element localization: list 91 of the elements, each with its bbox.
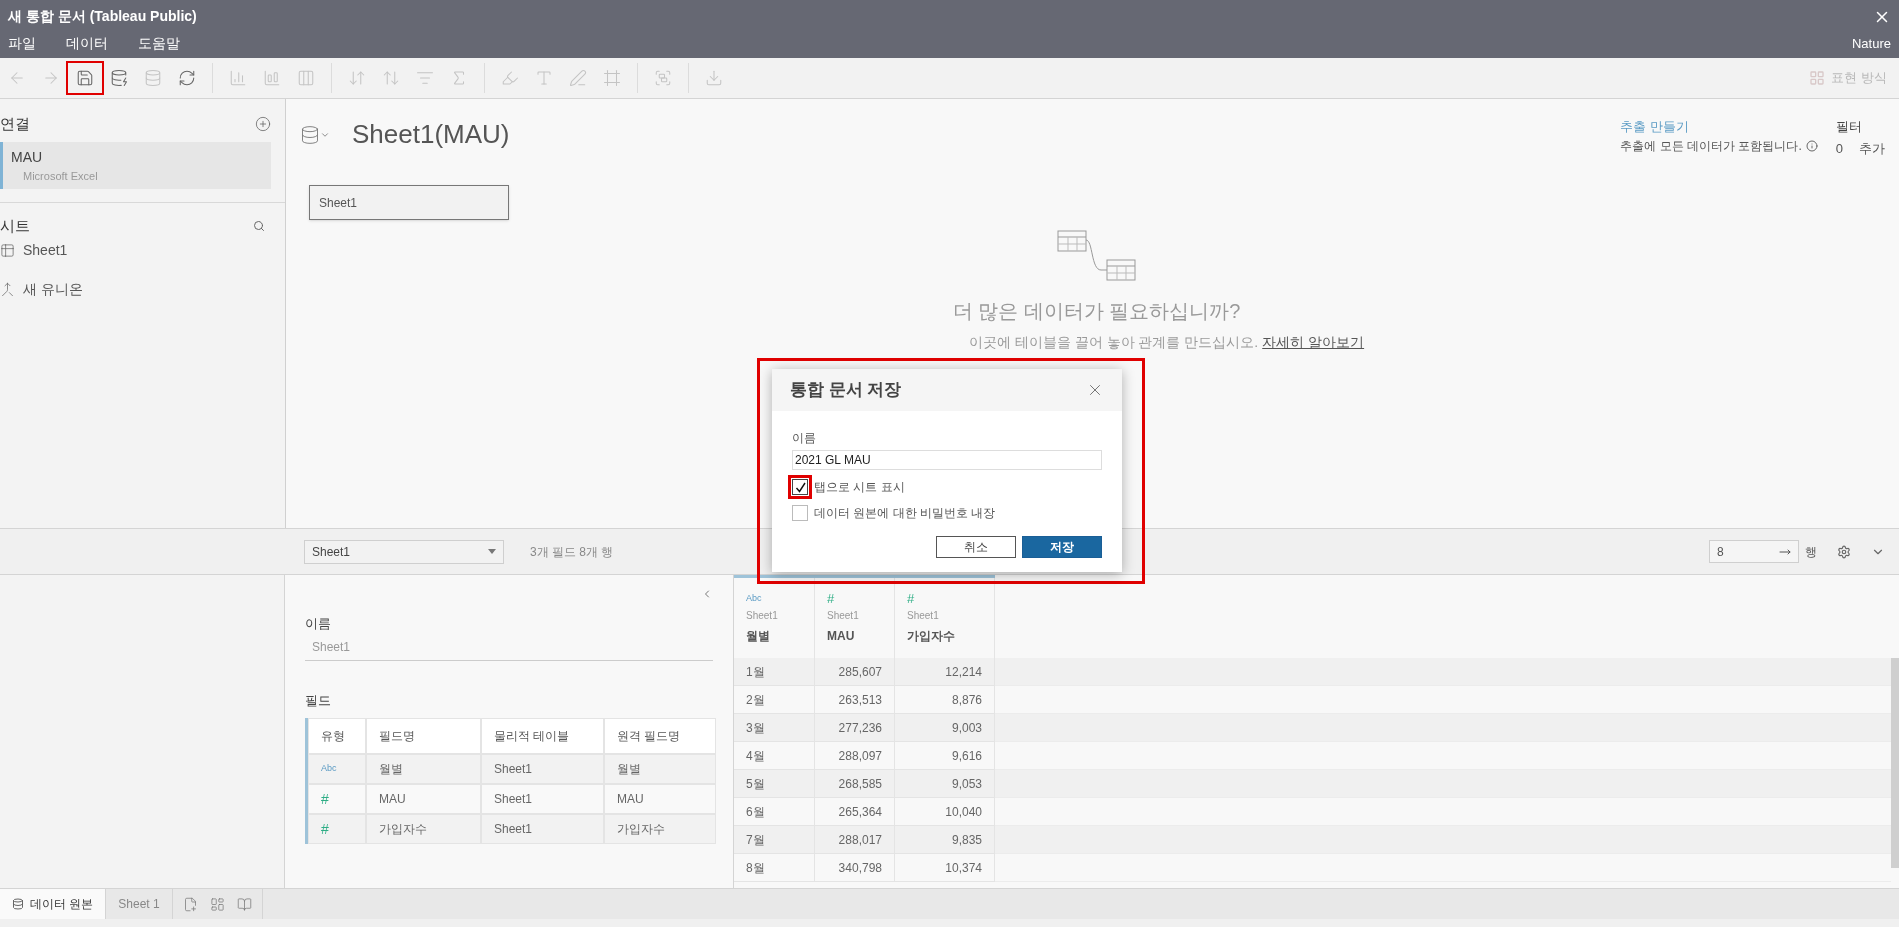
rows-label: 행	[1804, 543, 1817, 561]
checkbox-label: 데이터 원본에 대한 비밀번호 내장	[814, 505, 996, 522]
table-cell: 10,040	[895, 798, 995, 826]
grid-summary: 3개 필드 8개 행	[529, 543, 614, 561]
database-icon	[12, 898, 24, 910]
empty-state-hint: 이곳에 테이블을 끌어 놓아 관계를 만드십시오.	[968, 333, 1259, 352]
new-worksheet-icon[interactable]	[182, 896, 198, 912]
table-cell: 285,607	[815, 658, 895, 686]
type-icon: #	[321, 818, 329, 840]
connection-type: Microsoft Excel	[22, 168, 99, 184]
table-cell: 265,364	[815, 798, 895, 826]
table-cell: 7월	[734, 826, 815, 854]
save-icon[interactable]	[68, 63, 102, 93]
table-cell: 3월	[734, 714, 815, 742]
window-title: 새 통합 문서 (Tableau Public)	[8, 7, 197, 26]
sheet-tab[interactable]: 데이터 원본	[0, 889, 107, 919]
column-header: 필드명	[366, 718, 481, 754]
filter-count: 0	[1835, 139, 1843, 158]
table-cell: 8,876	[895, 686, 995, 714]
checkbox[interactable]	[792, 505, 808, 521]
sheet-item[interactable]: 새 유니온	[23, 278, 83, 300]
table-cell: 가입자수	[604, 814, 716, 844]
name-label: 이름	[305, 615, 332, 633]
table-cell: 월별	[604, 754, 716, 784]
check-icon	[794, 481, 806, 493]
checkbox-label: 탭으로 시트 표시	[814, 479, 905, 496]
name-input[interactable]: 2021 GL MAU	[792, 450, 1102, 470]
relationship-icon	[1056, 230, 1137, 282]
table-cell: MAU	[366, 784, 481, 814]
fields-label: 필드	[305, 691, 332, 710]
table-cell: 12,214	[895, 658, 995, 686]
save-button[interactable]: 저장	[1022, 536, 1102, 558]
table-cell: 월별	[366, 754, 481, 784]
new-story-icon[interactable]	[236, 896, 252, 912]
table-cell: Sheet1	[481, 814, 604, 844]
add-filter-link[interactable]: 추가	[1859, 138, 1885, 158]
table-cell: 268,585	[815, 770, 895, 798]
empty-state-title: 더 많은 데이터가 필요하십니까?	[952, 299, 1241, 324]
union-icon	[0, 281, 15, 297]
dialog-title: 통합 문서 저장	[790, 379, 902, 402]
extract-note: 추출에 모든 데이터가 포함됩니다.	[1620, 137, 1802, 155]
add-icon[interactable]	[255, 116, 271, 133]
table-cell: 263,513	[815, 686, 895, 714]
section-title: 연결	[0, 114, 30, 134]
cancel-button[interactable]: 취소	[936, 536, 1016, 558]
table-cell: Sheet1	[481, 754, 604, 784]
user-name: Nature	[1851, 34, 1891, 53]
table-icon	[0, 242, 15, 258]
new-dashboard-icon[interactable]	[209, 896, 225, 912]
table-cell: 340,798	[815, 854, 895, 882]
data-source-icon[interactable]	[300, 124, 320, 145]
table-cell: 8월	[734, 854, 815, 882]
type-icon: #	[321, 788, 329, 810]
row-count-field[interactable]: 8	[1709, 540, 1799, 563]
sheet-item[interactable]: Sheet1	[23, 239, 68, 261]
table-cell: Sheet1	[481, 784, 604, 814]
menu-item[interactable]: 도움말	[138, 33, 180, 54]
table-cell: 9,616	[895, 742, 995, 770]
table-cell: 9,835	[895, 826, 995, 854]
table-cell: 6월	[734, 798, 815, 826]
table-cell: 288,097	[815, 742, 895, 770]
column-header: 물리적 테이블	[481, 718, 604, 754]
table-cell: 1월	[734, 658, 815, 686]
menu-item[interactable]: 데이터	[66, 33, 108, 54]
filters-label: 필터	[1835, 118, 1863, 136]
column-header: 원격 필드명	[604, 718, 716, 754]
table-cell: MAU	[604, 784, 716, 814]
table-cell: 가입자수	[366, 814, 481, 844]
table-cell: 9,003	[895, 714, 995, 742]
table-cell: 277,236	[815, 714, 895, 742]
data-source-title[interactable]: Sheet1(MAU)	[352, 115, 510, 154]
menu-item[interactable]: 파일	[8, 33, 36, 54]
table-cell: 4월	[734, 742, 815, 770]
table-dropdown[interactable]: Sheet1	[304, 539, 504, 564]
connection-item[interactable]: MAU Microsoft Excel	[0, 141, 271, 189]
section-title: 시트	[0, 216, 30, 236]
table-card[interactable]: Sheet1	[309, 185, 509, 220]
settings-icon[interactable]	[1837, 544, 1851, 559]
scrollbar[interactable]	[1891, 658, 1899, 868]
column-header: 유형	[308, 718, 366, 754]
type-icon: Abc	[321, 762, 337, 776]
table-cell: 9,053	[895, 770, 995, 798]
table-cell: 2월	[734, 686, 815, 714]
table-cell: 10,374	[895, 854, 995, 882]
learn-more-link[interactable]: 자세히 알아보기	[1262, 332, 1365, 353]
field-label: 이름	[792, 430, 817, 447]
info-icon[interactable]	[1805, 139, 1818, 152]
table-cell: 288,017	[815, 826, 895, 854]
table-cell: 5월	[734, 770, 815, 798]
search-icon[interactable]	[253, 220, 265, 233]
connection-name: MAU	[11, 147, 44, 167]
